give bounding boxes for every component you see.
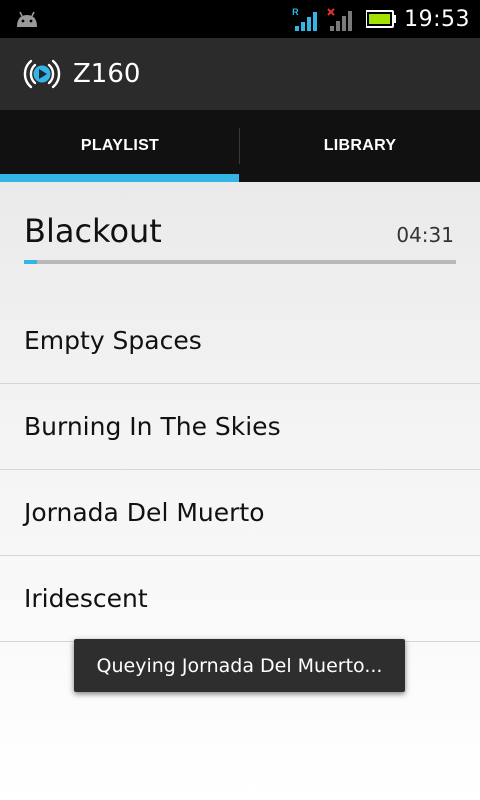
tab-bar: PLAYLIST LIBRARY xyxy=(0,110,480,182)
app-title: Z160 xyxy=(73,59,141,89)
list-item[interactable]: Empty Spaces xyxy=(0,298,480,384)
track-title: Iridescent xyxy=(24,584,148,613)
tab-playlist[interactable]: PLAYLIST xyxy=(0,110,240,182)
signal-no-data-icon xyxy=(327,8,353,31)
action-bar: Z160 xyxy=(0,38,480,110)
list-item[interactable]: Jornada Del Muerto xyxy=(0,470,480,556)
playlist-content: Blackout 04:31 Empty Spaces Burning In T… xyxy=(0,182,480,800)
tab-playlist-label: PLAYLIST xyxy=(80,137,160,154)
clock: 19:53 xyxy=(404,6,470,32)
signal-roaming-icon: R xyxy=(292,6,320,32)
playback-progress-bar[interactable] xyxy=(24,260,456,264)
playlist-list: Empty Spaces Burning In The Skies Jornad… xyxy=(0,298,480,642)
track-title: Burning In The Skies xyxy=(24,412,281,441)
list-item[interactable]: Burning In The Skies xyxy=(0,384,480,470)
tab-divider xyxy=(239,128,240,164)
toast-message: Queying Jornada Del Muerto... xyxy=(96,654,383,677)
battery-icon xyxy=(366,10,397,28)
now-playing-duration: 04:31 xyxy=(396,223,454,247)
tab-library[interactable]: LIBRARY xyxy=(240,110,480,182)
playback-progress-fill xyxy=(24,260,37,264)
track-title: Jornada Del Muerto xyxy=(24,498,265,527)
track-title: Empty Spaces xyxy=(24,326,202,355)
android-debug-icon xyxy=(17,11,37,27)
list-item[interactable]: Iridescent xyxy=(0,556,480,642)
tab-selected-indicator xyxy=(0,174,239,182)
broadcast-play-icon[interactable] xyxy=(22,54,62,94)
tab-library-label: LIBRARY xyxy=(323,137,397,154)
now-playing-title: Blackout xyxy=(24,212,162,250)
status-bar: R 19:53 xyxy=(0,0,480,38)
toast: Queying Jornada Del Muerto... xyxy=(74,639,405,692)
